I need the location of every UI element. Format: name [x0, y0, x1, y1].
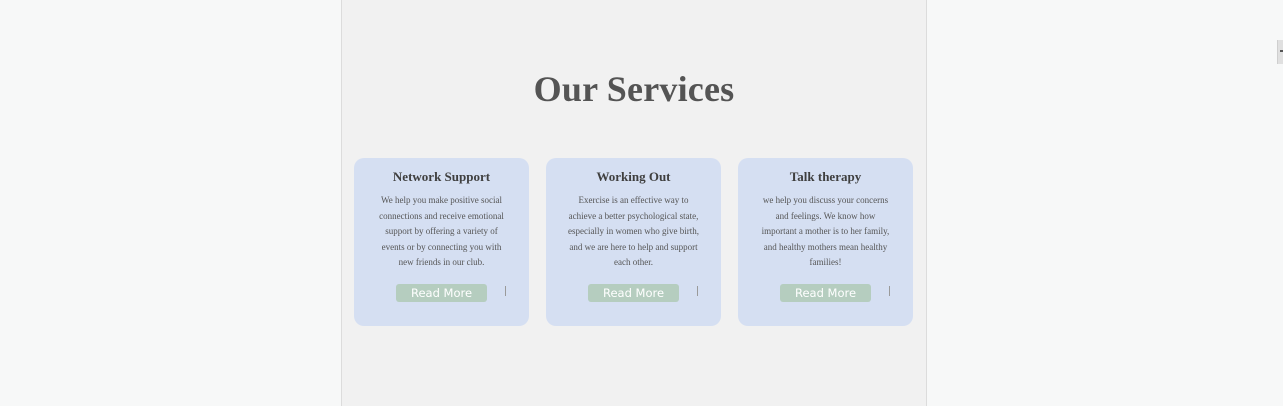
service-card-working-out: Working Out Exercise is an effective way… — [546, 158, 721, 326]
service-card-talk-therapy: Talk therapy we help you discuss your co… — [738, 158, 913, 326]
service-card-network-support: Network Support We help you make positiv… — [354, 158, 529, 326]
scrollbar-thumb[interactable] — [1277, 40, 1283, 64]
separator-line — [505, 286, 506, 296]
card-title: Talk therapy — [789, 169, 862, 184]
card-title: Working Out — [596, 169, 671, 184]
separator-line — [697, 286, 698, 296]
card-description: we help you discuss your concerns and fe… — [761, 195, 890, 267]
separator-line — [889, 286, 890, 296]
card-title: Network Support — [392, 169, 491, 184]
services-section: Our Services Network Support We help you… — [341, 0, 927, 406]
card-description: Exercise is an effective way to achieve … — [568, 195, 699, 267]
page: Our Services Network Support We help you… — [0, 0, 1283, 406]
section-title: Our Services — [533, 69, 735, 109]
read-more-button[interactable]: Read More — [588, 284, 679, 302]
card-description: We help you make positive social connect… — [379, 195, 504, 267]
read-more-button[interactable]: Read More — [396, 284, 487, 302]
read-more-button[interactable]: Read More — [780, 284, 871, 302]
